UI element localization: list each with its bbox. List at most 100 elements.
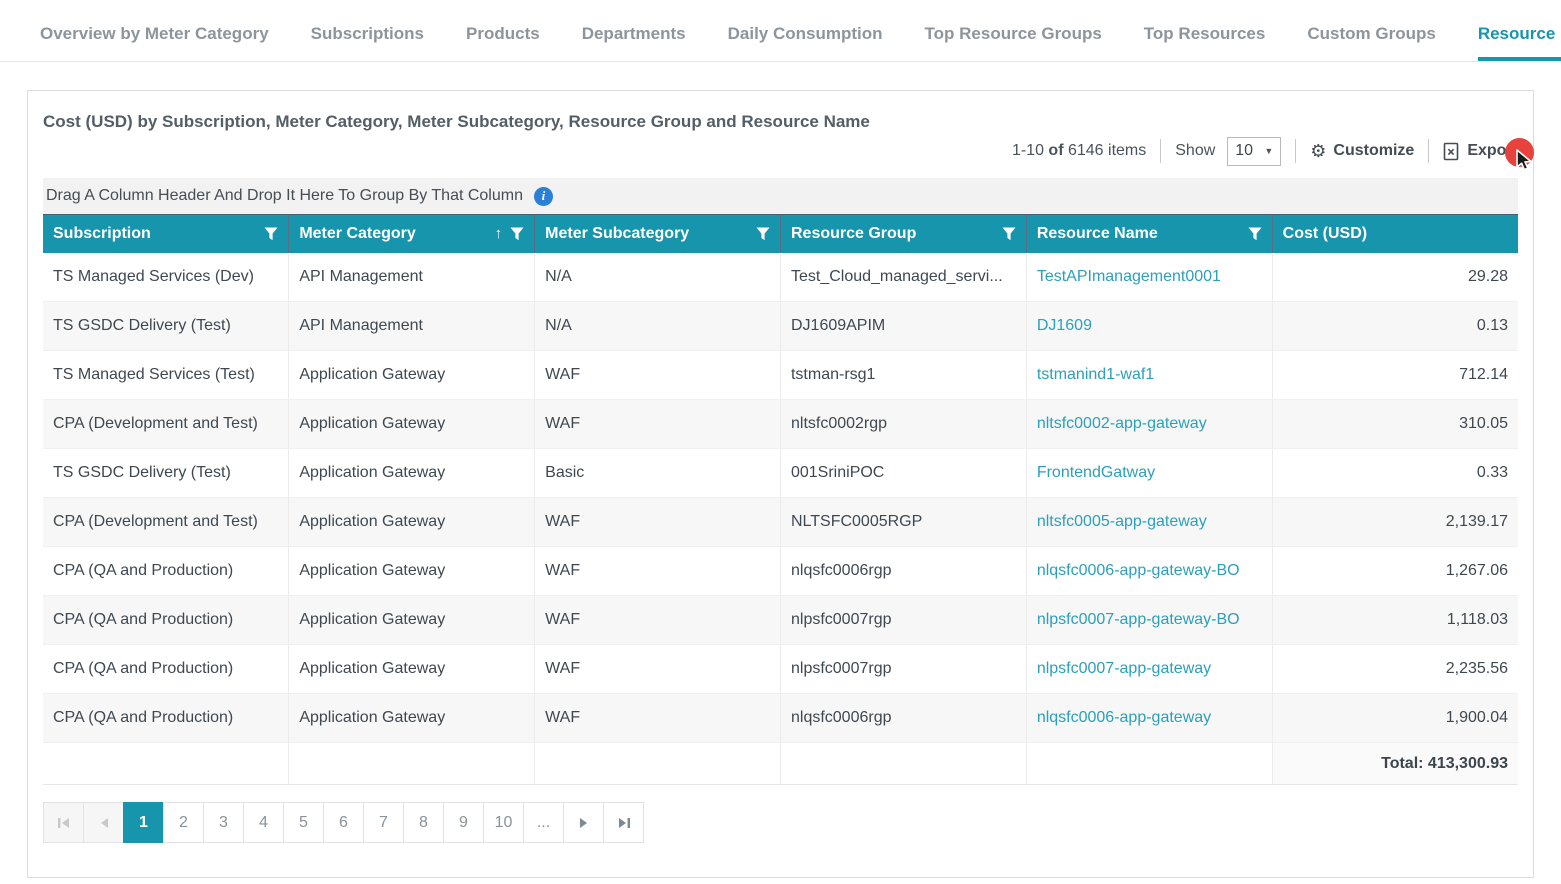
export-label: Export [1467, 142, 1518, 160]
page-button-10[interactable]: 10 [483, 802, 524, 843]
cell-meter-subcategory: WAF [535, 645, 781, 694]
cell-subscription: CPA (QA and Production) [43, 694, 289, 743]
cell-meter-subcategory: WAF [535, 694, 781, 743]
cell-meter-category: API Management [289, 253, 535, 302]
total-row: Total: 413,300.93 [43, 743, 1518, 785]
cell-meter-category: Application Gateway [289, 400, 535, 449]
page-button-7[interactable]: 7 [363, 802, 404, 843]
next-page-button[interactable] [563, 802, 604, 843]
cell-meter-subcategory: Basic [535, 449, 781, 498]
tab-subscriptions[interactable]: Subscriptions [311, 24, 424, 61]
cell-cost: 0.13 [1272, 302, 1518, 351]
resource-name-link[interactable]: nlpsfc0007-app-gateway-BO [1026, 596, 1272, 645]
tab-departments[interactable]: Departments [582, 24, 686, 61]
cell-meter-category: Application Gateway [289, 449, 535, 498]
page-button-8[interactable]: 8 [403, 802, 444, 843]
page-button-1[interactable]: 1 [123, 802, 164, 843]
cost-data-grid: Subscription Meter Category ↑ Meter Subc… [43, 214, 1518, 785]
more-pages-button[interactable]: ... [523, 802, 564, 843]
page-button-5[interactable]: 5 [283, 802, 324, 843]
group-by-drop-zone[interactable]: Drag A Column Header And Drop It Here To… [43, 178, 1518, 214]
cell-meter-subcategory: WAF [535, 351, 781, 400]
cell-resource-group: nlqsfc0006rgp [780, 694, 1026, 743]
toolbar-divider [1428, 139, 1429, 163]
cell-cost: 2,235.56 [1272, 645, 1518, 694]
tab-resource-list[interactable]: Resource List [1478, 24, 1561, 61]
resource-name-link[interactable]: DJ1609 [1026, 302, 1272, 351]
table-row: CPA (Development and Test) Application G… [43, 498, 1518, 547]
cell-subscription: CPA (Development and Test) [43, 498, 289, 547]
resource-name-link[interactable]: nlqsfc0006-app-gateway [1026, 694, 1272, 743]
column-header-meter-subcategory[interactable]: Meter Subcategory [535, 215, 781, 253]
first-page-button[interactable] [43, 802, 84, 843]
items-of: of [1048, 142, 1063, 159]
previous-page-button[interactable] [83, 802, 124, 843]
table-row: CPA (QA and Production) Application Gate… [43, 694, 1518, 743]
column-label: Subscription [53, 225, 151, 243]
column-header-subscription[interactable]: Subscription [43, 215, 289, 253]
filter-icon[interactable] [510, 227, 524, 241]
resource-list-panel: Cost (USD) by Subscription, Meter Catego… [27, 90, 1534, 878]
cell-resource-group: Test_Cloud_managed_servi... [780, 253, 1026, 302]
items-range: 1-10 [1012, 142, 1044, 159]
page-button-2[interactable]: 2 [163, 802, 204, 843]
resource-name-link[interactable]: nlpsfc0007-app-gateway [1026, 645, 1272, 694]
cell-meter-category: Application Gateway [289, 645, 535, 694]
tab-top-resources[interactable]: Top Resources [1144, 24, 1266, 61]
column-header-resource-name[interactable]: Resource Name [1026, 215, 1272, 253]
cell-meter-category: Application Gateway [289, 596, 535, 645]
previous-page-icon [99, 817, 109, 829]
column-header-meter-category[interactable]: Meter Category ↑ [289, 215, 535, 253]
export-button[interactable]: Export [1443, 142, 1518, 161]
resource-name-link[interactable]: tstmanind1-waf1 [1026, 351, 1272, 400]
tab-top-resource-groups[interactable]: Top Resource Groups [925, 24, 1102, 61]
column-label: Meter Category [299, 225, 415, 243]
next-page-icon [579, 817, 589, 829]
column-label: Cost (USD) [1283, 225, 1367, 243]
group-by-hint-text: Drag A Column Header And Drop It Here To… [46, 187, 523, 205]
column-header-resource-group[interactable]: Resource Group [780, 215, 1026, 253]
items-count: 1-10 of 6146 items [1012, 142, 1146, 160]
cell-cost: 2,139.17 [1272, 498, 1518, 547]
table-row: CPA (QA and Production) Application Gate… [43, 596, 1518, 645]
total-empty-cell [535, 743, 781, 785]
table-row: TS Managed Services (Dev) API Management… [43, 253, 1518, 302]
resource-name-link[interactable]: nlqsfc0006-app-gateway-BO [1026, 547, 1272, 596]
page-size-select[interactable]: 10 ▼ [1227, 137, 1281, 166]
filter-icon[interactable] [1002, 227, 1016, 241]
cell-meter-subcategory: N/A [535, 302, 781, 351]
last-page-button[interactable] [603, 802, 644, 843]
cell-meter-subcategory: WAF [535, 596, 781, 645]
cell-resource-group: nlqsfc0006rgp [780, 547, 1026, 596]
info-icon[interactable]: i [534, 187, 553, 206]
table-row: TS Managed Services (Test) Application G… [43, 351, 1518, 400]
tab-overview-by-meter-category[interactable]: Overview by Meter Category [40, 24, 269, 61]
page-button-9[interactable]: 9 [443, 802, 484, 843]
cell-resource-group: NLTSFC0005RGP [780, 498, 1026, 547]
table-row: TS GSDC Delivery (Test) Application Gate… [43, 449, 1518, 498]
filter-icon[interactable] [756, 227, 770, 241]
page-button-6[interactable]: 6 [323, 802, 364, 843]
cell-resource-group: nltsfc0002rgp [780, 400, 1026, 449]
grand-total: Total: 413,300.93 [1272, 743, 1518, 785]
resource-name-link[interactable]: nltsfc0005-app-gateway [1026, 498, 1272, 547]
resource-name-link[interactable]: nltsfc0002-app-gateway [1026, 400, 1272, 449]
page-button-3[interactable]: 3 [203, 802, 244, 843]
tab-daily-consumption[interactable]: Daily Consumption [728, 24, 883, 61]
column-label: Meter Subcategory [545, 225, 689, 243]
column-header-cost[interactable]: Cost (USD) [1272, 215, 1518, 253]
customize-button[interactable]: ⚙ Customize [1310, 142, 1414, 160]
show-label: Show [1175, 142, 1215, 160]
total-empty-cell [289, 743, 535, 785]
tab-custom-groups[interactable]: Custom Groups [1307, 24, 1435, 61]
filter-icon[interactable] [1248, 227, 1262, 241]
resource-name-link[interactable]: TestAPImanagement0001 [1026, 253, 1272, 302]
filter-icon[interactable] [264, 227, 278, 241]
total-empty-cell [780, 743, 1026, 785]
resource-name-link[interactable]: FrontendGatway [1026, 449, 1272, 498]
cell-cost: 1,900.04 [1272, 694, 1518, 743]
tab-products[interactable]: Products [466, 24, 540, 61]
cell-cost: 1,118.03 [1272, 596, 1518, 645]
page-button-4[interactable]: 4 [243, 802, 284, 843]
cell-subscription: CPA (QA and Production) [43, 547, 289, 596]
